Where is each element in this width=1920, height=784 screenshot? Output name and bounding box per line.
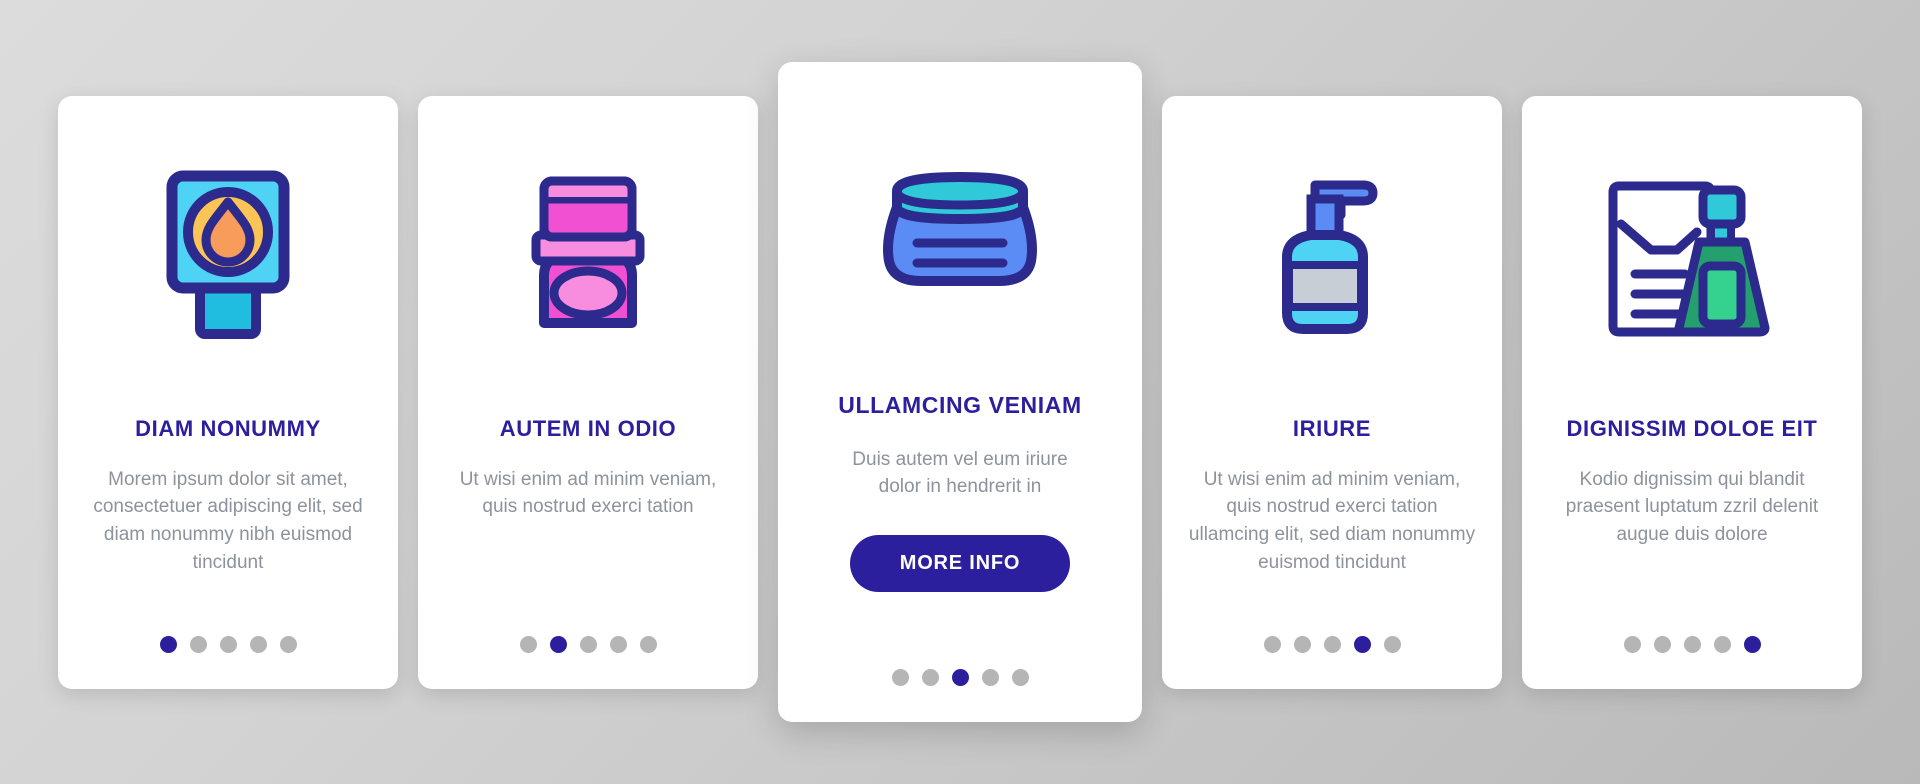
onboarding-carousel: DIAM NONUMMY Morem ipsum dolor sit amet, … xyxy=(0,0,1920,784)
compact-powder-icon xyxy=(531,176,645,328)
pagination-dots xyxy=(1162,635,1502,653)
pagination-dot[interactable] xyxy=(1683,635,1701,653)
pagination-dot[interactable] xyxy=(219,635,237,653)
pagination-dot[interactable] xyxy=(1713,635,1731,653)
pagination-dot[interactable] xyxy=(189,635,207,653)
pagination-dot[interactable] xyxy=(1623,635,1641,653)
card-description: Ut wisi enim ad minim veniam, quis nostr… xyxy=(459,468,717,518)
card-illustration xyxy=(444,154,732,354)
pagination-dot[interactable] xyxy=(579,635,597,653)
pagination-dot[interactable] xyxy=(921,669,939,686)
onboarding-card[interactable]: DIAM NONUMMY Morem ipsum dolor sit amet, … xyxy=(58,95,398,689)
card-title: ULLAMCING VENIAM xyxy=(838,392,1082,418)
onboarding-card[interactable]: DIGNISSIM DOLOE EIT Kodio dignissim qui b… xyxy=(1522,95,1862,689)
pagination-dot-active[interactable] xyxy=(1353,635,1371,653)
card-description: Kodio dignissim qui blandit praesent lup… xyxy=(1565,468,1819,545)
pagination-dot[interactable] xyxy=(1323,635,1341,653)
pagination-dots xyxy=(778,669,1142,686)
card-description: Morem ipsum dolor sit amet, consectetuer… xyxy=(93,468,363,573)
card-illustration xyxy=(84,154,372,354)
pagination-dots xyxy=(58,635,398,653)
pagination-dot[interactable] xyxy=(249,635,267,653)
more-info-button[interactable]: MORE INFO xyxy=(849,534,1071,592)
card-description: Duis autem vel eum iriure dolor in hendr… xyxy=(852,448,1068,498)
pagination-dot[interactable] xyxy=(1263,635,1281,653)
card-description: Ut wisi enim ad minim veniam, quis nostr… xyxy=(1188,468,1476,573)
card-title: DIGNISSIM DOLOE EIT xyxy=(1566,415,1818,441)
pagination-dot[interactable] xyxy=(1011,669,1029,686)
pagination-dot[interactable] xyxy=(891,669,909,686)
pagination-dots xyxy=(1522,635,1862,653)
pagination-dot[interactable] xyxy=(1293,635,1311,653)
pagination-dot-active[interactable] xyxy=(159,635,177,653)
card-title: DIAM NONUMMY xyxy=(135,415,321,441)
pagination-dot-active[interactable] xyxy=(1743,635,1761,653)
bottle-document-icon xyxy=(1608,181,1770,336)
onboarding-card[interactable]: IRIURE Ut wisi enim ad minim veniam, quis… xyxy=(1162,95,1502,689)
card-illustration xyxy=(1188,154,1476,354)
pagination-dot[interactable] xyxy=(639,635,657,653)
card-illustration xyxy=(1548,154,1836,354)
card-illustration xyxy=(806,124,1114,334)
onboarding-card[interactable]: AUTEM IN ODIO Ut wisi enim ad minim venia… xyxy=(418,95,758,689)
pagination-dot-active[interactable] xyxy=(951,669,969,686)
pagination-dot-active[interactable] xyxy=(549,635,567,653)
pagination-dot[interactable] xyxy=(609,635,627,653)
lotion-tube-icon xyxy=(166,170,290,339)
pump-dispenser-icon xyxy=(1282,180,1378,334)
onboarding-card[interactable]: ULLAMCING VENIAM Duis autem vel eum iriur… xyxy=(778,62,1142,722)
card-title: AUTEM IN ODIO xyxy=(499,415,677,441)
pagination-dot[interactable] xyxy=(279,635,297,653)
pagination-dot[interactable] xyxy=(981,669,999,686)
pagination-dot[interactable] xyxy=(519,635,537,653)
cream-jar-icon xyxy=(883,172,1037,286)
card-title: IRIURE xyxy=(1292,415,1372,441)
pagination-dot[interactable] xyxy=(1653,635,1671,653)
pagination-dots xyxy=(418,635,758,653)
pagination-dot[interactable] xyxy=(1383,635,1401,653)
